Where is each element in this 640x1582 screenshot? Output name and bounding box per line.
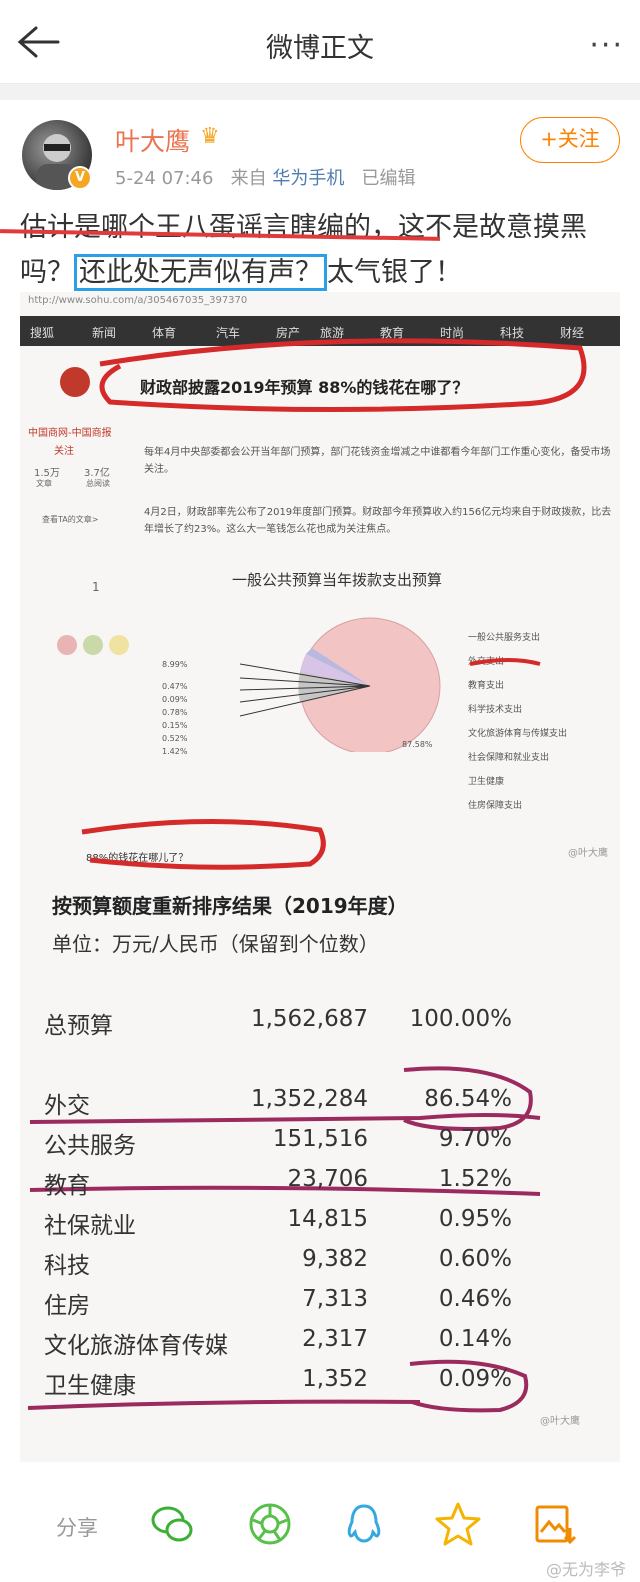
- moments-icon[interactable]: [246, 1500, 294, 1548]
- page-watermark: @无为李爷: [545, 1560, 626, 1579]
- section-gap: [0, 84, 640, 100]
- row-pct: 0.95%: [438, 1206, 512, 1232]
- row-name: 外交: [44, 1093, 90, 1119]
- row-pct: 0.09%: [438, 1366, 512, 1392]
- post-image[interactable]: http://www.sohu.com/a/305467035_397370 搜…: [20, 292, 620, 1462]
- table-row: 总预算 1,562,687 100.00%: [20, 1006, 620, 1046]
- share-bar: 分享 @无为李爷: [0, 1468, 640, 1582]
- row-value: 2,317: [302, 1326, 368, 1352]
- row-pct: 86.54%: [424, 1086, 512, 1112]
- post-text-part2: 太气银了！: [327, 257, 462, 288]
- wechat-icon[interactable]: [148, 1500, 196, 1548]
- table-row: 文化旅游体育传媒 2,317 0.14%: [20, 1326, 620, 1366]
- post-source[interactable]: 华为手机: [272, 168, 344, 189]
- username[interactable]: 叶大鹰: [115, 122, 190, 158]
- row-name: 教育: [44, 1173, 90, 1199]
- row-value: 9,382: [302, 1246, 368, 1272]
- table-row: 卫生健康 1,352 0.09%: [20, 1366, 620, 1406]
- row-value: 14,815: [287, 1206, 368, 1232]
- table-row: 社保就业 14,815 0.95%: [20, 1206, 620, 1246]
- row-value: 7,313: [302, 1286, 368, 1312]
- row-pct: 0.60%: [438, 1246, 512, 1272]
- follow-button[interactable]: +关注: [520, 117, 620, 163]
- table-unit: 单位：万元/人民币（保留到个位数）: [52, 932, 379, 956]
- top-bar: 微博正文 ···: [0, 0, 640, 84]
- edited-label: 已编辑: [361, 168, 416, 189]
- post-meta: 5-24 07:46 来自 华为手机 已编辑: [115, 164, 416, 190]
- row-value: 1,562,687: [250, 1006, 368, 1032]
- row-pct: 9.70%: [438, 1126, 512, 1152]
- qzone-icon[interactable]: [434, 1500, 482, 1548]
- table-row: 住房 7,313 0.46%: [20, 1286, 620, 1326]
- post-text: 估计是哪个王八蛋谣言瞎编的，这不是故意摸黑吗？ 还此处无声似有声？ 太气银了！: [20, 205, 620, 295]
- row-pct: 100.00%: [409, 1006, 512, 1032]
- highlighted-text: 还此处无声似有声？: [74, 254, 327, 291]
- table-row: 科技 9,382 0.60%: [20, 1246, 620, 1286]
- row-value: 1,352: [302, 1366, 368, 1392]
- table-row: 公共服务 151,516 9.70%: [20, 1126, 620, 1166]
- row-name: 社保就业: [44, 1213, 136, 1239]
- image-watermark: @叶大鹰: [540, 1416, 580, 1427]
- row-name: 公共服务: [44, 1133, 136, 1159]
- page-title: 微博正文: [266, 33, 374, 64]
- post-time: 5-24 07:46: [115, 168, 214, 189]
- row-name: 科技: [44, 1253, 90, 1279]
- row-name: 住房: [44, 1293, 90, 1319]
- share-label: 分享: [56, 1516, 98, 1540]
- row-pct: 0.14%: [438, 1326, 512, 1352]
- row-pct: 1.52%: [438, 1166, 512, 1192]
- qq-icon[interactable]: [340, 1500, 388, 1548]
- save-image-icon[interactable]: [530, 1500, 578, 1548]
- row-name: 总预算: [44, 1013, 113, 1039]
- table-title: 按预算额度重新排序结果（2019年度）: [52, 894, 408, 918]
- row-pct: 0.46%: [438, 1286, 512, 1312]
- verified-badge-icon: V: [68, 166, 92, 190]
- table-row: 外交 1,352,284 86.54%: [20, 1086, 620, 1126]
- row-name: 卫生健康: [44, 1373, 136, 1399]
- table-row: 教育 23,706 1.52%: [20, 1166, 620, 1206]
- row-name: 文化旅游体育传媒: [44, 1333, 228, 1359]
- source-prefix: 来自: [230, 168, 267, 189]
- crown-icon: ♛: [200, 124, 220, 149]
- row-value: 151,516: [272, 1126, 368, 1152]
- row-value: 23,706: [287, 1166, 368, 1192]
- more-options-icon[interactable]: ···: [589, 28, 624, 63]
- row-value: 1,352,284: [250, 1086, 368, 1112]
